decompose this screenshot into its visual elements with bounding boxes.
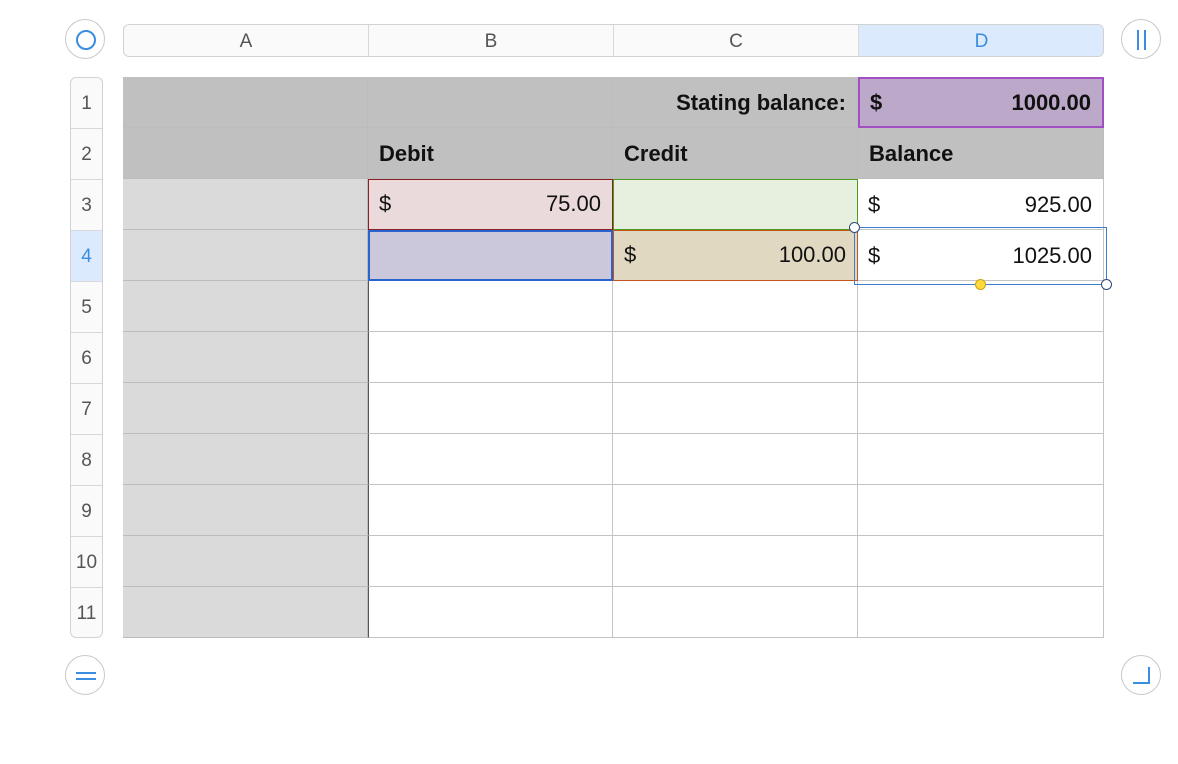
cell-b8[interactable]: [368, 434, 613, 485]
cell-c7[interactable]: [613, 383, 858, 434]
add-row-button[interactable]: [65, 655, 105, 695]
row-header-10[interactable]: 10: [71, 537, 102, 588]
row-header-bar: 1 2 3 4 5 6 7 8 9 10 11: [70, 77, 103, 638]
pause-bars-icon: [1137, 30, 1146, 50]
equal-bars-icon: [76, 672, 96, 680]
credit-header: Credit: [624, 141, 688, 166]
cell-a11[interactable]: [123, 587, 368, 638]
cell-c5[interactable]: [613, 281, 858, 332]
d4-currency: $: [868, 243, 881, 268]
cell-a10[interactable]: [123, 536, 368, 587]
cell-a4[interactable]: [123, 230, 368, 281]
cell-d1[interactable]: $ 1000.00: [858, 77, 1104, 128]
cell-c2[interactable]: Credit: [613, 128, 858, 179]
cell-d10[interactable]: [858, 536, 1104, 587]
cell-b9[interactable]: [368, 485, 613, 536]
b3-currency: $: [379, 191, 392, 216]
column-header-a[interactable]: A: [124, 25, 369, 56]
cell-b3[interactable]: $ 75.00: [368, 179, 613, 230]
table-select-button[interactable]: [65, 19, 105, 59]
cell-d6[interactable]: [858, 332, 1104, 383]
cell-b1[interactable]: [368, 77, 613, 128]
cell-d11[interactable]: [858, 587, 1104, 638]
add-column-button[interactable]: [1121, 19, 1161, 59]
starting-balance-label: Stating balance:: [676, 90, 846, 115]
row-header-2[interactable]: 2: [71, 129, 102, 180]
column-header-b[interactable]: B: [369, 25, 614, 56]
column-header-c[interactable]: C: [614, 25, 859, 56]
cell-b5[interactable]: [368, 281, 613, 332]
selection-handle-bottom-right[interactable]: [1101, 279, 1112, 290]
cell-a3[interactable]: [123, 179, 368, 230]
cell-b4[interactable]: [368, 230, 613, 281]
row-header-4[interactable]: 4: [71, 231, 102, 282]
cell-a5[interactable]: [123, 281, 368, 332]
cell-a8[interactable]: [123, 434, 368, 485]
cell-b10[interactable]: [368, 536, 613, 587]
cell-a2[interactable]: [123, 128, 368, 179]
cell-c8[interactable]: [613, 434, 858, 485]
cell-b6[interactable]: [368, 332, 613, 383]
cell-d4[interactable]: $ 1025.00: [858, 230, 1104, 281]
selection-handle-top-left[interactable]: [849, 222, 860, 233]
cell-c9[interactable]: [613, 485, 858, 536]
cell-a6[interactable]: [123, 332, 368, 383]
d1-value: 1000.00: [1011, 90, 1091, 115]
cell-a1[interactable]: [123, 77, 368, 128]
d4-value: 1025.00: [1012, 243, 1092, 268]
column-header-d[interactable]: D: [859, 25, 1103, 56]
cell-a7[interactable]: [123, 383, 368, 434]
row-header-6[interactable]: 6: [71, 333, 102, 384]
row-header-11[interactable]: 11: [71, 588, 102, 637]
row-header-5[interactable]: 5: [71, 282, 102, 333]
row-header-7[interactable]: 7: [71, 384, 102, 435]
cell-c3[interactable]: [613, 179, 858, 230]
cell-c10[interactable]: [613, 536, 858, 587]
column-header-bar: A B C D: [123, 24, 1104, 57]
cell-b2[interactable]: Debit: [368, 128, 613, 179]
cell-c1[interactable]: Stating balance:: [613, 77, 858, 128]
cell-d9[interactable]: [858, 485, 1104, 536]
resize-table-button[interactable]: [1121, 655, 1161, 695]
autofill-handle[interactable]: [975, 279, 986, 290]
cell-b11[interactable]: [368, 587, 613, 638]
b3-value: 75.00: [545, 191, 601, 216]
cell-a9[interactable]: [123, 485, 368, 536]
balance-header: Balance: [869, 141, 954, 166]
c4-value: 100.00: [778, 242, 846, 267]
cell-d8[interactable]: [858, 434, 1104, 485]
d1-currency: $: [870, 90, 883, 115]
cell-c11[interactable]: [613, 587, 858, 638]
cell-c4[interactable]: $ 100.00: [613, 230, 858, 281]
row-header-1[interactable]: 1: [71, 78, 102, 129]
debit-header: Debit: [379, 141, 434, 166]
d3-currency: $: [868, 192, 881, 217]
cell-d7[interactable]: [858, 383, 1104, 434]
cell-b7[interactable]: [368, 383, 613, 434]
d3-value: 925.00: [1024, 192, 1092, 217]
row-header-9[interactable]: 9: [71, 486, 102, 537]
corner-resize-icon: [1133, 667, 1150, 684]
cell-c6[interactable]: [613, 332, 858, 383]
cell-d2[interactable]: Balance: [858, 128, 1104, 179]
c4-currency: $: [624, 242, 637, 267]
cell-d3[interactable]: $ 925.00: [858, 179, 1104, 230]
spreadsheet-grid: Stating balance: $ 1000.00 Debit Credit …: [123, 77, 1112, 638]
circle-icon: [76, 30, 96, 50]
row-header-3[interactable]: 3: [71, 180, 102, 231]
row-header-8[interactable]: 8: [71, 435, 102, 486]
